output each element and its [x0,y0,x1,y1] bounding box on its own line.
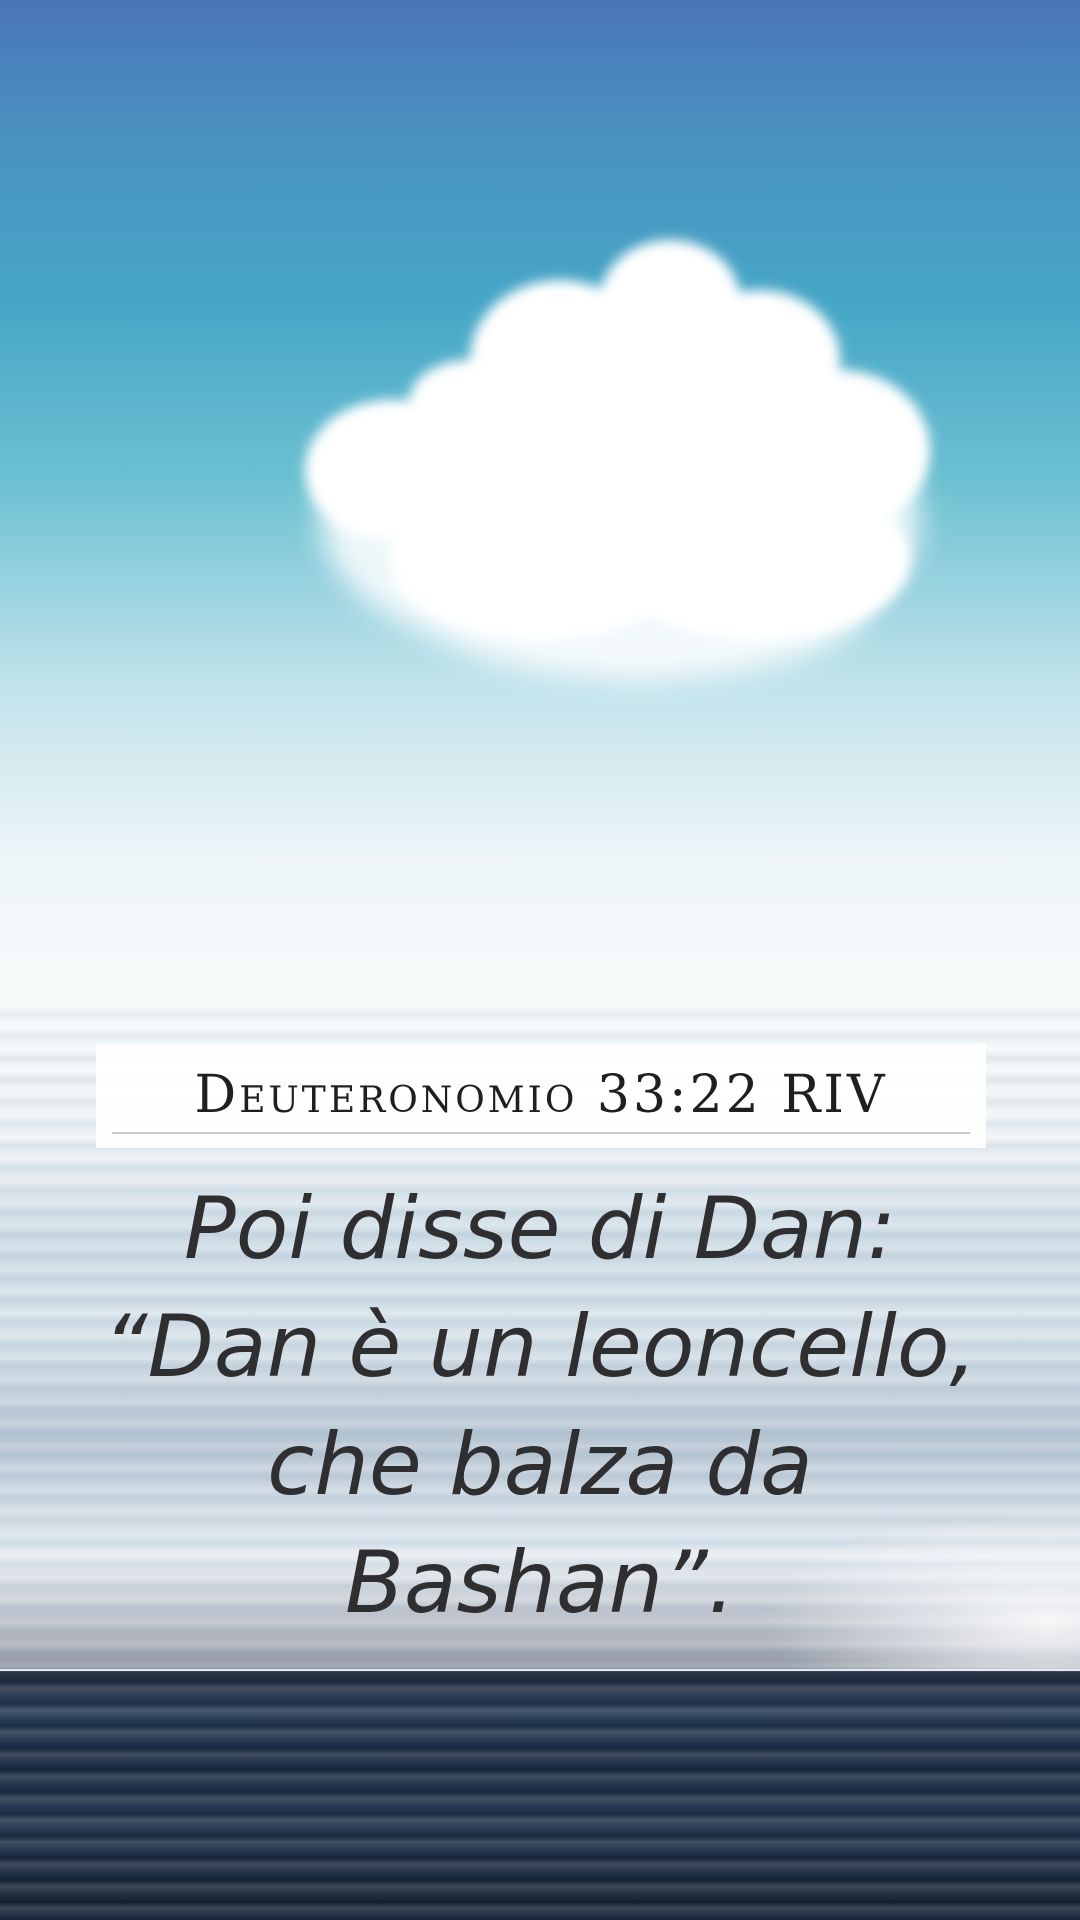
cloud-image [305,240,930,680]
verse-text: Poi disse di Dan: “Dan è un leoncello, c… [103,1179,977,1633]
sky-background [0,0,1080,1000]
verse-reference: Deuteronomio 33:22 RIV [112,1058,970,1134]
horizon-line [0,1669,1080,1671]
